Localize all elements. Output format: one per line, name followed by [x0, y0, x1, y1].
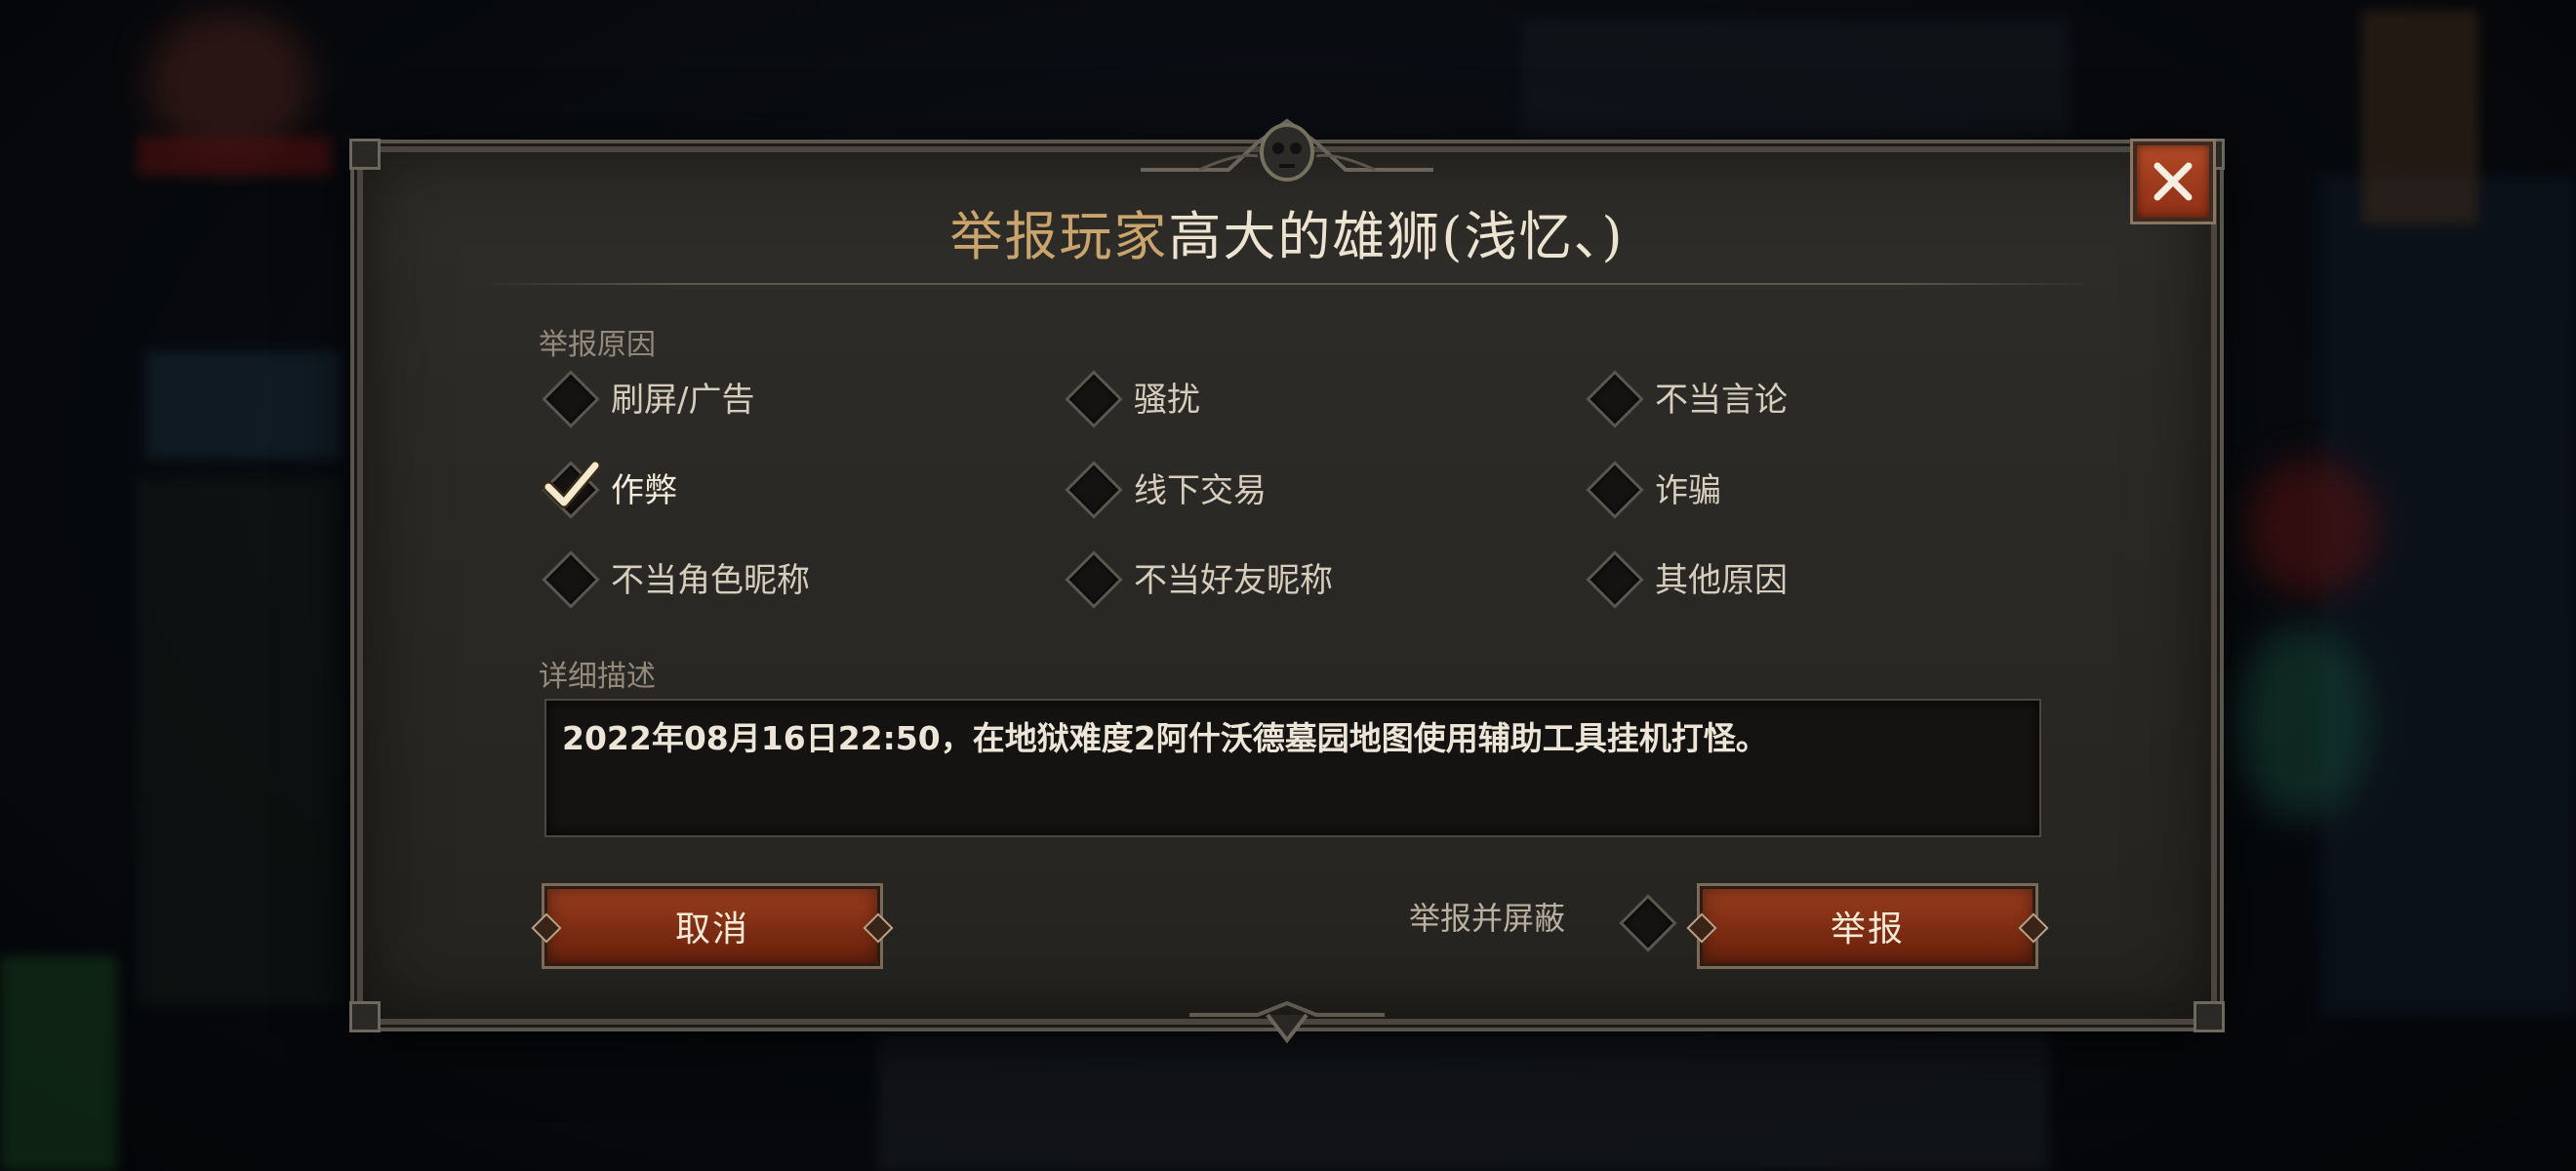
button-ornament — [1686, 912, 1717, 944]
title-prefix: 举报玩家 — [949, 206, 1169, 267]
reason-bad-character-name[interactable]: 不当角色昵称 — [539, 547, 948, 606]
button-ornament — [531, 912, 562, 944]
report-submit-button[interactable]: 举报 — [1686, 886, 2049, 966]
cancel-button-label: 取消 — [674, 909, 749, 949]
reason-fraud[interactable]: 诈骗 — [1583, 458, 1992, 516]
reason-label: 不当好友昵称 — [1134, 560, 1333, 600]
reported-player-name: 高大的雄狮(浅忆、) — [1168, 206, 1625, 267]
frame-corner — [2194, 1001, 2225, 1032]
button-ornament — [2018, 912, 2049, 944]
reason-label: 骚扰 — [1134, 380, 1200, 420]
reason-spam-ads[interactable]: 刷屏/广告 — [539, 367, 948, 425]
dialog-title: 举报玩家高大的雄狮(浅忆、) — [363, 193, 2211, 270]
reason-offline-trade[interactable]: 线下交易 — [1062, 458, 1471, 516]
checkmark-icon — [543, 460, 601, 508]
reason-label: 线下交易 — [1134, 470, 1267, 510]
reason-bad-friend-nickname[interactable]: 不当好友昵称 — [1062, 547, 1471, 606]
reason-label: 不当角色昵称 — [611, 560, 810, 600]
reason-label: 作弊 — [611, 470, 677, 510]
button-ornament — [863, 912, 894, 944]
bottom-ornament — [1189, 1001, 1385, 1044]
reason-inappropriate-speech[interactable]: 不当言论 — [1583, 367, 1992, 425]
description-textarea[interactable]: 2022年08月16日22:50，在地狱难度2阿什沃德墓园地图使用辅助工具挂机打… — [544, 699, 2041, 837]
reason-label: 不当言论 — [1655, 380, 1788, 420]
reason-label: 其他原因 — [1655, 560, 1788, 600]
frame-corner — [349, 139, 381, 170]
reason-checkbox[interactable] — [539, 458, 601, 516]
cancel-button[interactable]: 取消 — [531, 886, 894, 966]
report-dialog: 举报玩家高大的雄狮(浅忆、) 举报原因 刷屏/广告 骚扰 不当言论 作弊 线下交… — [349, 118, 2225, 1044]
reason-harassment[interactable]: 骚扰 — [1062, 367, 1471, 425]
frame-corner — [349, 1001, 381, 1032]
reason-checkbox[interactable] — [1062, 547, 1120, 606]
reason-checkbox[interactable] — [1583, 367, 1641, 425]
reason-label: 诈骗 — [1655, 470, 1721, 510]
reason-checkbox[interactable] — [1583, 458, 1641, 516]
report-button-label: 举报 — [1830, 909, 1905, 949]
close-button[interactable] — [2133, 141, 2213, 222]
skull-crest-ornament — [1141, 118, 1433, 182]
report-and-block-checkbox[interactable] — [1616, 891, 1674, 949]
reason-checkbox[interactable] — [1062, 458, 1120, 516]
report-reason-label: 举报原因 — [539, 328, 656, 362]
report-and-block-label: 举报并屏蔽 — [1409, 900, 1566, 937]
reason-checkbox[interactable] — [1062, 367, 1120, 425]
reason-checkbox[interactable] — [539, 367, 597, 425]
reason-checkbox[interactable] — [1583, 547, 1641, 606]
title-divider — [480, 283, 2094, 285]
reason-cheating[interactable]: 作弊 — [539, 458, 948, 516]
reason-checkbox[interactable] — [539, 547, 597, 606]
reason-label: 刷屏/广告 — [611, 380, 755, 420]
reason-other[interactable]: 其他原因 — [1583, 547, 1992, 606]
description-label: 详细描述 — [539, 660, 656, 694]
close-icon — [2153, 162, 2193, 201]
